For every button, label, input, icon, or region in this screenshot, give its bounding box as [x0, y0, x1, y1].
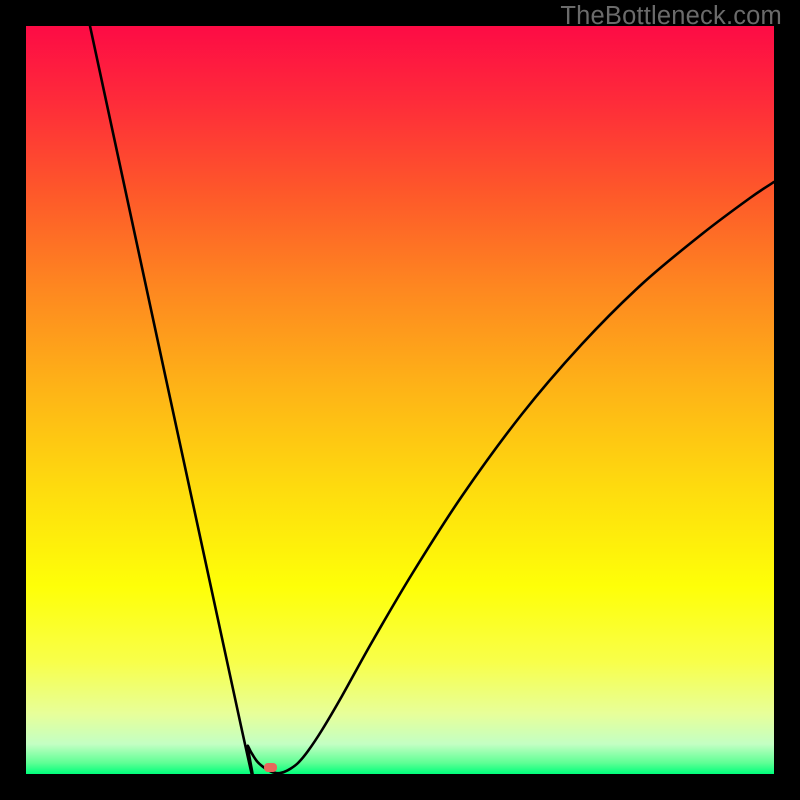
minimum-marker — [264, 763, 277, 772]
bottleneck-curve — [26, 26, 774, 774]
chart-plot-area — [26, 26, 774, 774]
